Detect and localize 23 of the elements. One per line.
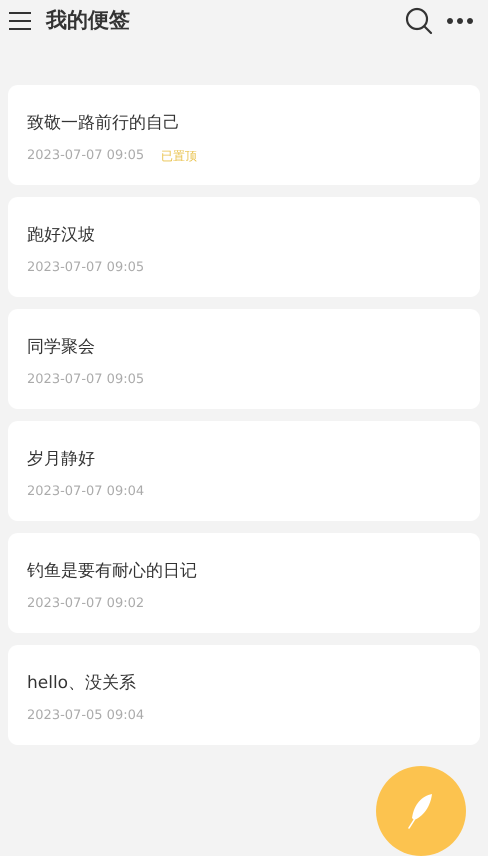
note-card[interactable]: 跑好汉坡 2023-07-07 09:05 xyxy=(8,197,480,297)
page-title: 我的便签 xyxy=(46,7,130,34)
note-time: 2023-07-07 09:05 xyxy=(27,259,144,277)
note-title: 钓鱼是要有耐心的日记 xyxy=(27,560,197,583)
menu-icon[interactable] xyxy=(8,11,32,31)
note-card[interactable]: 钓鱼是要有耐心的日记 2023-07-07 09:02 xyxy=(8,533,480,633)
note-time: 2023-07-07 09:05 xyxy=(27,371,144,389)
note-title: 同学聚会 xyxy=(27,336,95,359)
note-card[interactable]: hello、没关系 2023-07-05 09:04 xyxy=(8,645,480,745)
note-card[interactable]: 致敬一路前行的自己 2023-07-07 09:05 已置顶 xyxy=(8,85,480,185)
note-title: 岁月静好 xyxy=(27,448,95,471)
note-title: hello、没关系 xyxy=(27,672,136,695)
note-time: 2023-07-07 09:02 xyxy=(27,595,144,613)
note-time: 2023-07-07 09:04 xyxy=(27,483,144,501)
note-card[interactable]: 岁月静好 2023-07-07 09:04 xyxy=(8,421,480,521)
pinned-label: 已置顶 xyxy=(161,148,198,165)
note-time: 2023-07-07 09:05 xyxy=(27,147,144,165)
note-title: 致敬一路前行的自己 xyxy=(27,112,180,135)
search-icon[interactable] xyxy=(404,6,434,36)
note-card[interactable]: 同学聚会 2023-07-07 09:05 xyxy=(8,309,480,409)
note-title: 跑好汉坡 xyxy=(27,224,95,247)
more-icon[interactable] xyxy=(446,17,474,25)
note-time: 2023-07-05 09:04 xyxy=(27,707,144,725)
